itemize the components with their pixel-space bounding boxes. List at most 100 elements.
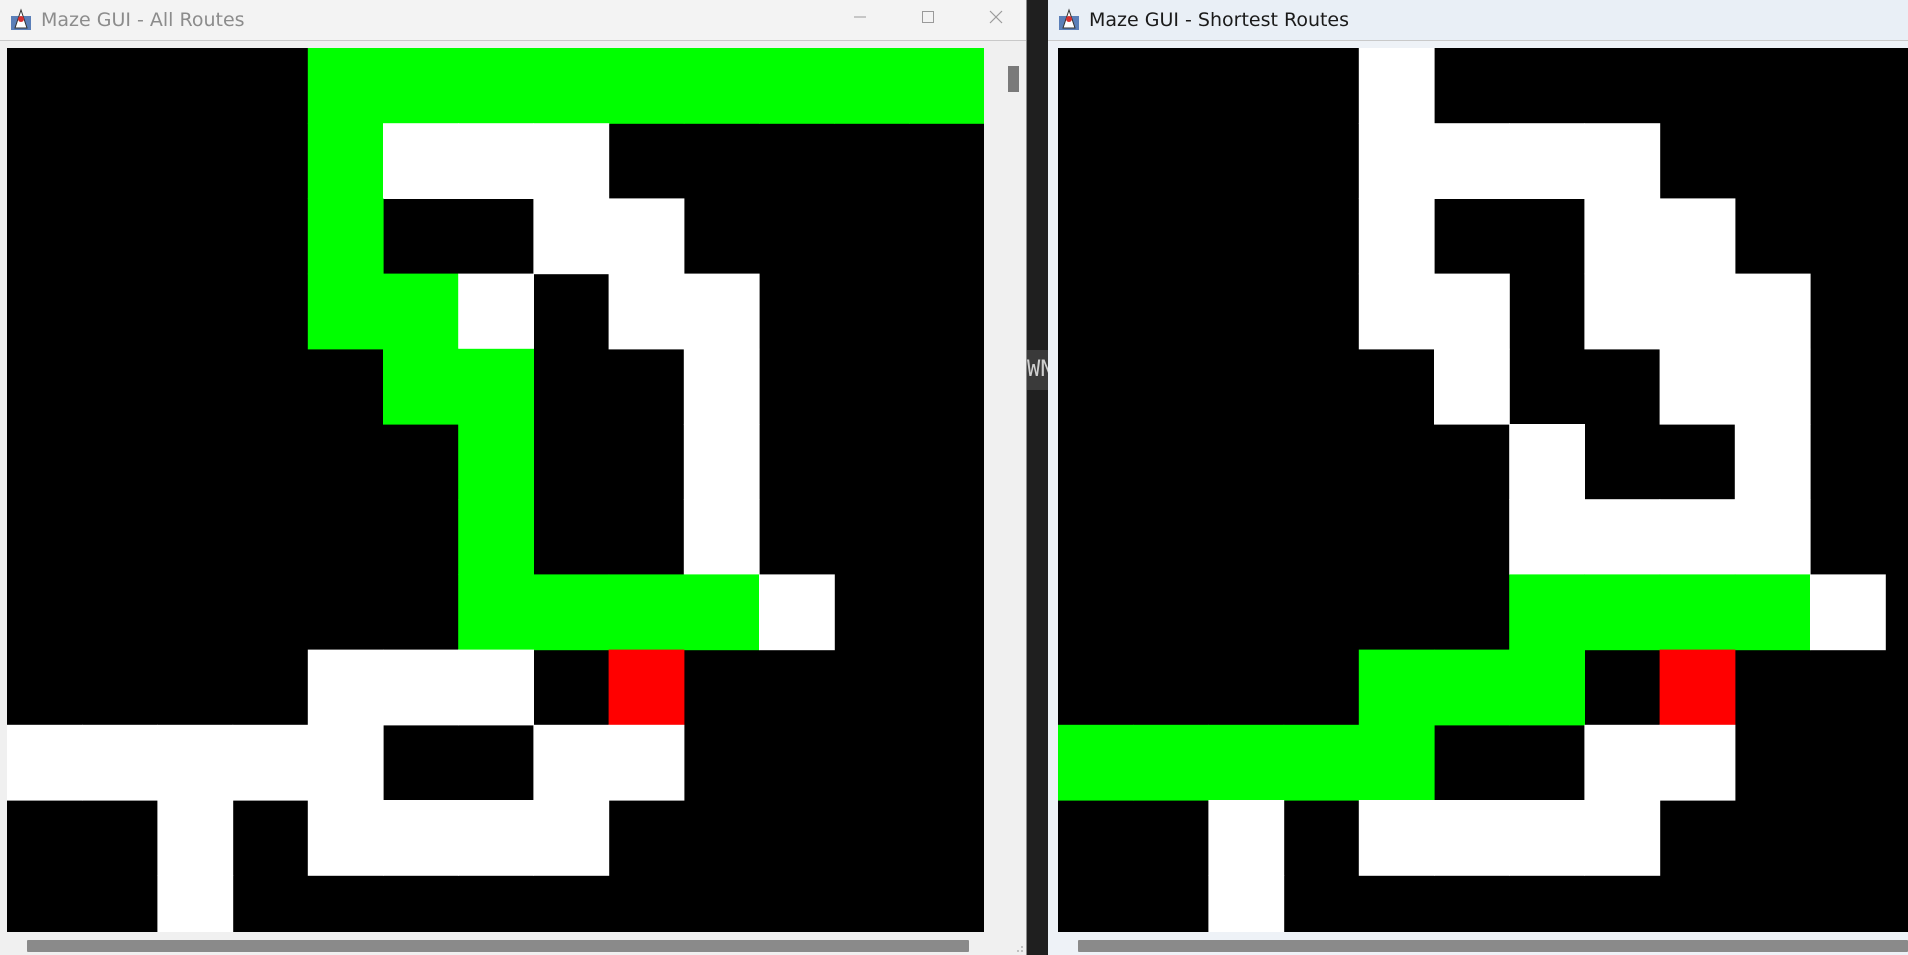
maximize-icon: [922, 10, 934, 23]
route-cell: [608, 574, 685, 651]
route-cell: [1734, 574, 1811, 651]
path-cell: [1659, 348, 1736, 425]
path-cell: [1509, 499, 1585, 575]
path-cell: [1208, 875, 1285, 932]
route-cell: [834, 48, 910, 124]
route-cell: [1509, 574, 1585, 651]
path-cell: [1584, 273, 1661, 350]
path-cell: [307, 724, 384, 801]
maximize-button[interactable]: [894, 0, 962, 33]
path-cell: [1659, 724, 1736, 801]
path-cell: [1208, 800, 1285, 876]
path-cell: [157, 875, 234, 932]
route-cell: [909, 48, 984, 124]
path-cell: [1584, 499, 1661, 575]
route-cell: [383, 48, 459, 124]
minimize-button[interactable]: [826, 0, 894, 33]
path-cell: [1659, 499, 1736, 575]
route-cell: [458, 348, 534, 425]
route-cell: [307, 48, 384, 124]
route-cell: [307, 273, 384, 350]
path-cell: [1734, 499, 1811, 575]
editor-line: WN: [1027, 350, 1048, 390]
route-cell: [458, 48, 534, 124]
path-cell: [232, 724, 309, 801]
path-cell: [1434, 273, 1510, 350]
path-cell: [683, 348, 760, 425]
path-cell: [759, 574, 835, 651]
route-cell: [307, 123, 384, 199]
close-button[interactable]: [962, 0, 1026, 33]
route-cell: [383, 273, 459, 350]
window-title: Maze GUI - Shortest Routes: [1089, 9, 1350, 31]
path-cell: [683, 424, 760, 500]
path-cell: [1509, 123, 1585, 199]
path-cell: [608, 198, 685, 275]
route-cell: [307, 198, 384, 275]
path-cell: [1584, 724, 1661, 801]
path-cell: [157, 724, 234, 801]
route-cell: [1358, 649, 1435, 726]
maze-grid: [1058, 48, 1908, 932]
path-cell: [1434, 800, 1510, 876]
shortest-routes-window[interactable]: Maze GUI - Shortest Routes: [1048, 0, 1908, 955]
path-cell: [1734, 424, 1811, 500]
route-cell: [458, 499, 534, 575]
path-cell: [1584, 800, 1661, 876]
path-cell: [533, 123, 610, 199]
close-icon: [989, 10, 1003, 23]
path-cell: [683, 499, 760, 575]
path-cell: [7, 724, 83, 801]
java-duke-icon: [1059, 8, 1079, 30]
path-cell: [1584, 198, 1661, 275]
route-cell: [683, 574, 760, 651]
window-title: Maze GUI - All Routes: [41, 9, 245, 31]
route-cell: [533, 574, 610, 651]
all-routes-window[interactable]: Maze GUI - All Routes: [0, 0, 1027, 955]
path-cell: [307, 649, 384, 726]
path-cell: [458, 649, 534, 726]
path-cell: [383, 800, 459, 876]
path-cell: [458, 273, 534, 350]
path-cell: [1584, 123, 1661, 199]
path-cell: [383, 649, 459, 726]
route-cell: [458, 574, 534, 651]
route-cell: [1283, 724, 1360, 801]
path-cell: [458, 123, 534, 199]
path-cell: [533, 198, 610, 275]
path-cell: [1434, 348, 1510, 425]
route-cell: [1133, 724, 1209, 801]
path-cell: [533, 800, 610, 876]
path-cell: [383, 123, 459, 199]
resize-grip-icon[interactable]: [1014, 943, 1024, 953]
java-duke-icon: [11, 8, 31, 30]
route-cell: [1208, 724, 1285, 801]
path-cell: [683, 273, 760, 350]
path-cell: [82, 724, 158, 801]
path-cell: [1358, 800, 1435, 876]
path-cell: [1434, 123, 1510, 199]
path-cell: [1358, 273, 1435, 350]
route-cell: [683, 48, 760, 124]
maze-grid: [7, 48, 984, 932]
vertical-scrollbar-thumb[interactable]: [1008, 66, 1019, 92]
title-bar[interactable]: Maze GUI - Shortest Routes: [1048, 0, 1908, 41]
horizontal-scrollbar[interactable]: [27, 940, 969, 952]
path-cell: [1358, 198, 1435, 275]
route-cell: [1434, 649, 1510, 726]
path-cell: [458, 800, 534, 876]
path-cell: [157, 800, 234, 876]
path-cell: [608, 724, 685, 801]
path-cell: [1810, 574, 1886, 651]
path-cell: [307, 800, 384, 876]
route-cell: [383, 348, 459, 425]
horizontal-scrollbar[interactable]: [1078, 940, 1908, 952]
route-cell: [1659, 574, 1736, 651]
path-cell: [1734, 273, 1811, 350]
path-cell: [1659, 198, 1736, 275]
path-cell: [1734, 348, 1811, 425]
path-cell: [533, 724, 610, 801]
route-cell: [608, 48, 685, 124]
editor-text: WS WS WN WN WN WN: [1027, 110, 1048, 510]
title-bar[interactable]: Maze GUI - All Routes: [0, 0, 1026, 41]
